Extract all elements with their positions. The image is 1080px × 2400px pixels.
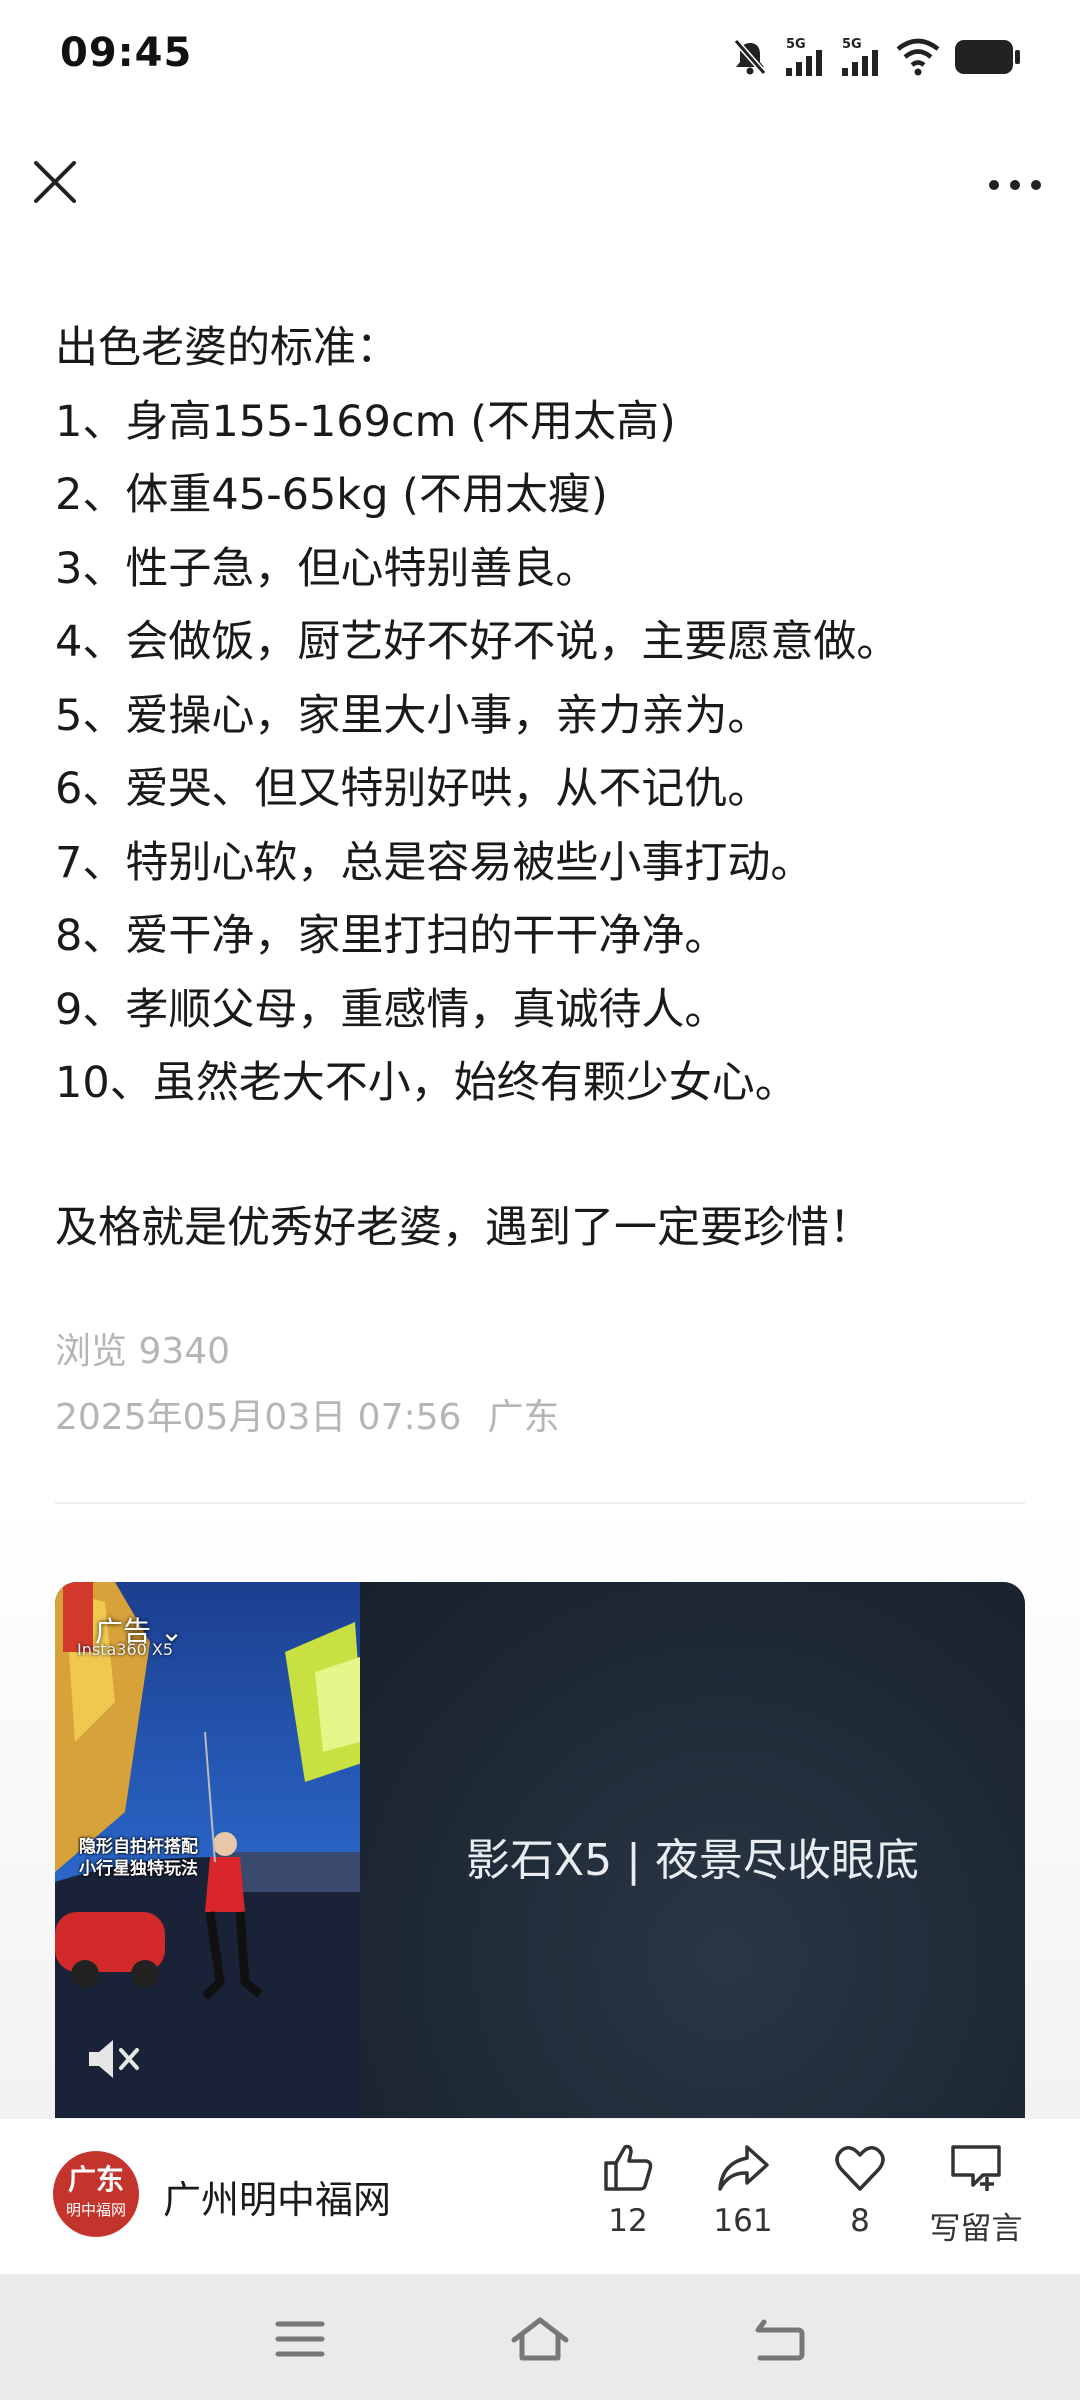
status-icons: 5G 5G — [730, 34, 1022, 80]
share-button[interactable]: 161 — [683, 2139, 803, 2239]
ad-caption-line: 隐形自拍杆搭配 — [79, 1837, 198, 1857]
article-heading: 出色老婆的标准： — [55, 323, 399, 373]
menu-icon[interactable] — [270, 2314, 330, 2364]
publisher-avatar[interactable]: 广东 明中福网 — [53, 2151, 139, 2237]
article-body: 出色老婆的标准： 1、身高155-169cm (不用太高) 2、体重45-65k… — [55, 312, 1035, 1253]
article-closing: 及格就是优秀好老婆，遇到了一定要珍惜！ — [55, 1203, 872, 1253]
like-button[interactable]: 12 — [568, 2139, 688, 2239]
home-icon[interactable] — [508, 2314, 572, 2364]
status-time: 09:45 — [60, 30, 193, 76]
battery-icon — [955, 40, 1020, 74]
favorite-button[interactable]: 8 — [800, 2139, 920, 2239]
list-item: 2、体重45-65kg (不用太瘦) — [55, 470, 608, 520]
publisher-logo-text: 广东 — [67, 2163, 124, 2196]
mute-icon[interactable] — [83, 2034, 143, 2084]
signal-icon: 5G — [786, 37, 822, 76]
status-bar: 09:45 5G 5G — [0, 0, 1080, 115]
list-item: 4、会做饭，厨艺好不好不说，主要愿意做。 — [55, 617, 900, 667]
publisher-name[interactable]: 广州明中福网 — [163, 2169, 391, 2224]
list-item: 1、身高155-169cm (不用太高) — [55, 396, 676, 447]
ad-headline-panel[interactable]: 影石X5 | 夜景尽收眼底 — [360, 1582, 1025, 2118]
ad-caption-line: 小行星独特玩法 — [79, 1859, 198, 1879]
heart-icon — [835, 2146, 885, 2191]
list-item: 5、爱操心，家里大小事，亲力亲为。 — [55, 690, 771, 741]
network-type-2: 5G — [842, 37, 862, 52]
favorite-count: 8 — [850, 2203, 870, 2239]
network-type-1: 5G — [786, 37, 806, 52]
view-count: 浏览 9340 — [55, 1331, 231, 1372]
ad-video-caption: 隐形自拍杆搭配 小行星独特玩法 — [79, 1836, 198, 1880]
publish-location: 广东 — [487, 1397, 560, 1438]
list-item: 10、虽然老大不小，始终有颗少女心。 — [55, 1058, 798, 1108]
ad-brand-tag: Insta360 X5 — [77, 1640, 174, 1659]
write-comment-button[interactable]: 写留言 — [916, 2139, 1036, 2248]
ad-title: 影石X5 | 夜景尽收眼底 — [466, 1835, 919, 1886]
back-icon[interactable] — [750, 2314, 810, 2364]
thumbs-up-icon — [604, 2144, 653, 2191]
signal-icon: 5G — [842, 37, 878, 76]
wifi-icon — [896, 38, 940, 76]
share-count: 161 — [713, 2203, 773, 2239]
bell-muted-icon — [733, 39, 767, 75]
system-nav-bar — [0, 2274, 1080, 2400]
share-icon — [718, 2145, 769, 2191]
list-item: 6、爱哭、但又特别好哄，从不记仇。 — [55, 764, 771, 814]
list-item: 8、爱干净，家里打扫的干干净净。 — [55, 911, 728, 961]
list-item: 7、特别心软，总是容易被些小事打动。 — [55, 837, 814, 888]
publish-info: 2025年05月03日 07:56 广东 — [55, 1388, 559, 1440]
list-item: 3、性子急，但心特别善良。 — [55, 543, 599, 594]
like-count: 12 — [608, 2203, 648, 2239]
comment-add-icon — [951, 2145, 1001, 2191]
list-item: 9、孝顺父母，重感情，真诚待人。 — [55, 984, 728, 1035]
ad-card[interactable]: 广告 ⌄ Insta360 X5 隐形自拍杆搭配 小行星独特玩法 影石X5 | … — [55, 1582, 1025, 2118]
close-icon[interactable] — [28, 155, 82, 209]
write-comment-label: 写留言 — [929, 2211, 1023, 2247]
publish-datetime: 2025年05月03日 07:56 — [55, 1397, 462, 1438]
publisher-logo-subtext: 明中福网 — [65, 2201, 126, 2219]
bottom-action-bar: 广东 明中福网 广州明中福网 12 161 8 写留言 — [0, 2118, 1080, 2275]
more-icon[interactable] — [980, 160, 1050, 210]
